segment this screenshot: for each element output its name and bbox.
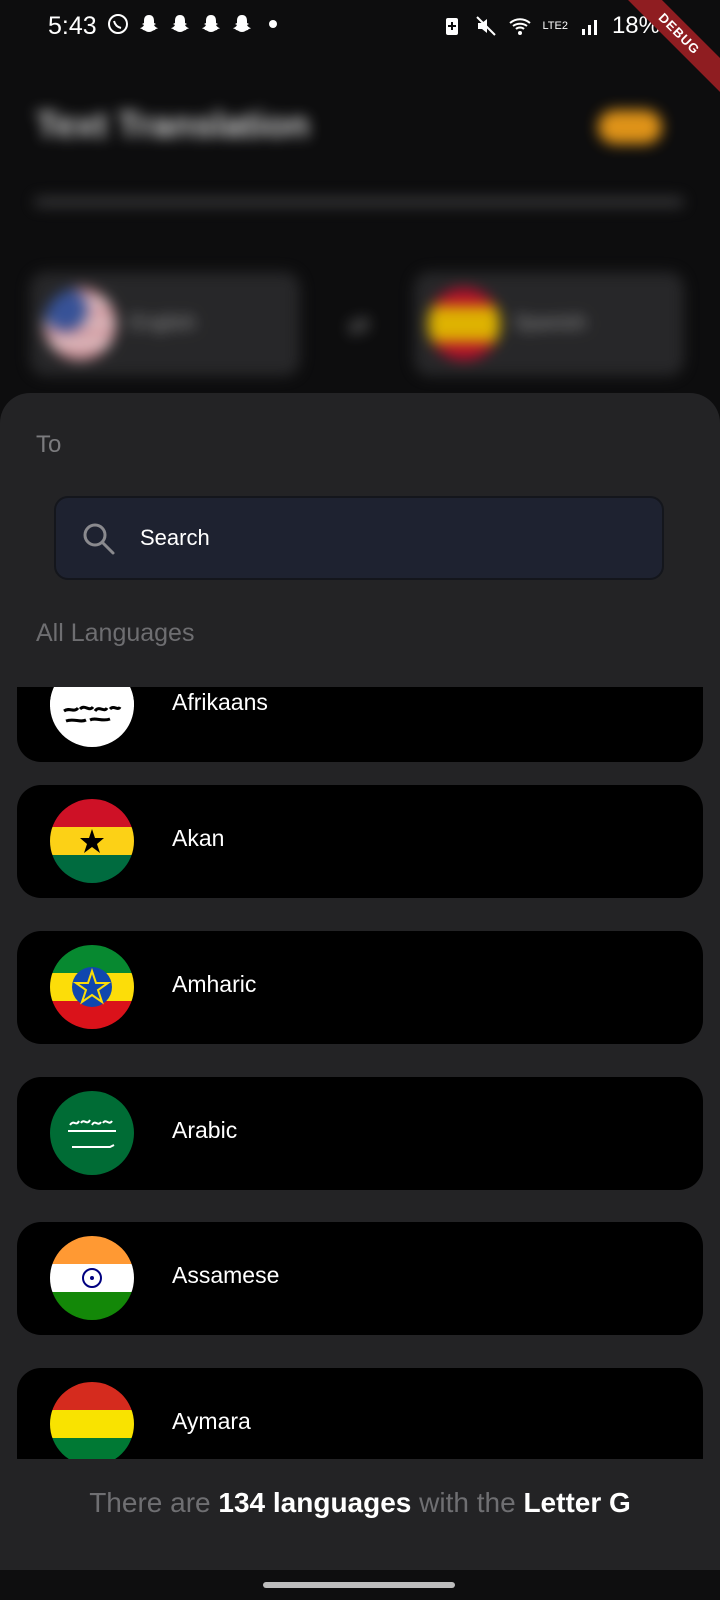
list-item[interactable]: Arabic [17,1077,703,1190]
from-language-card: English [30,272,300,376]
mute-icon [476,16,497,36]
status-bar: 5:43 LTE2 18% DEBUG [0,0,720,96]
language-name: Afrikaans [172,689,268,715]
status-time: 5:43 [48,12,97,40]
input-line [34,197,684,207]
app-title: Text Translation [36,104,310,145]
footer-middle: with the [419,1487,516,1518]
language-name: Aymara [172,1408,251,1434]
snapchat-icon [171,15,189,32]
bolivia-flag-icon [50,1382,134,1459]
afghanistan-flag-icon [50,687,134,747]
background-app: Text Translation English ⇄ Spanish [0,52,720,412]
notification-icons [106,12,285,36]
ghana-flag-icon [50,799,134,883]
ethiopia-flag-icon [50,945,134,1029]
wifi-icon [509,18,532,35]
footer-prefix: There are [89,1487,211,1518]
letter-filter: Letter G [523,1487,631,1518]
search-input[interactable]: Search [54,496,664,580]
list-item[interactable]: Akan [17,785,703,898]
home-indicator[interactable] [263,1582,455,1588]
list-item[interactable]: Assamese [17,1222,703,1335]
snapchat-icon [140,15,158,32]
footer-info: There are 134 languages with the Letter … [0,1459,720,1549]
list-item[interactable]: Amharic [17,931,703,1044]
language-list[interactable]: Afrikaans Akan Amharic Arabic Assamese A… [0,687,720,1459]
to-language-label: Spanish [514,312,587,334]
list-item[interactable]: Aymara [17,1368,703,1459]
to-language-card: Spanish [414,272,684,376]
system-icons: LTE2 18% [440,12,660,40]
from-language-label: English [130,312,196,334]
language-count-text: There are 134 languages with the Letter … [0,1487,720,1519]
language-name: Akan [172,825,225,851]
spain-flag-icon [428,288,500,360]
sheet-title: To [36,431,62,458]
swap-icon: ⇄ [348,310,370,340]
snapchat-icon [202,15,220,32]
list-item[interactable]: Afrikaans [17,687,703,762]
snapchat-icon [233,15,251,32]
language-picker-sheet: To Search All Languages Afrikaans Akan A… [0,393,720,1600]
language-count: 134 languages [218,1487,412,1518]
whatsapp-icon [108,14,128,34]
network-label: LTE2 [542,19,568,32]
us-flag-icon [44,288,116,360]
search-icon [83,523,115,555]
theme-toggle [598,110,662,144]
signal-icon [581,20,597,35]
section-label: All Languages [36,619,195,647]
search-placeholder: Search [140,525,210,550]
language-name: Amharic [172,971,257,997]
language-name: Arabic [172,1117,238,1143]
dot-icon [269,20,277,28]
battery-saver-icon [446,18,459,35]
navigation-bar [0,1570,720,1600]
saudi-arabia-flag-icon [50,1091,134,1175]
language-name: Assamese [172,1262,280,1288]
india-flag-icon [50,1236,134,1320]
